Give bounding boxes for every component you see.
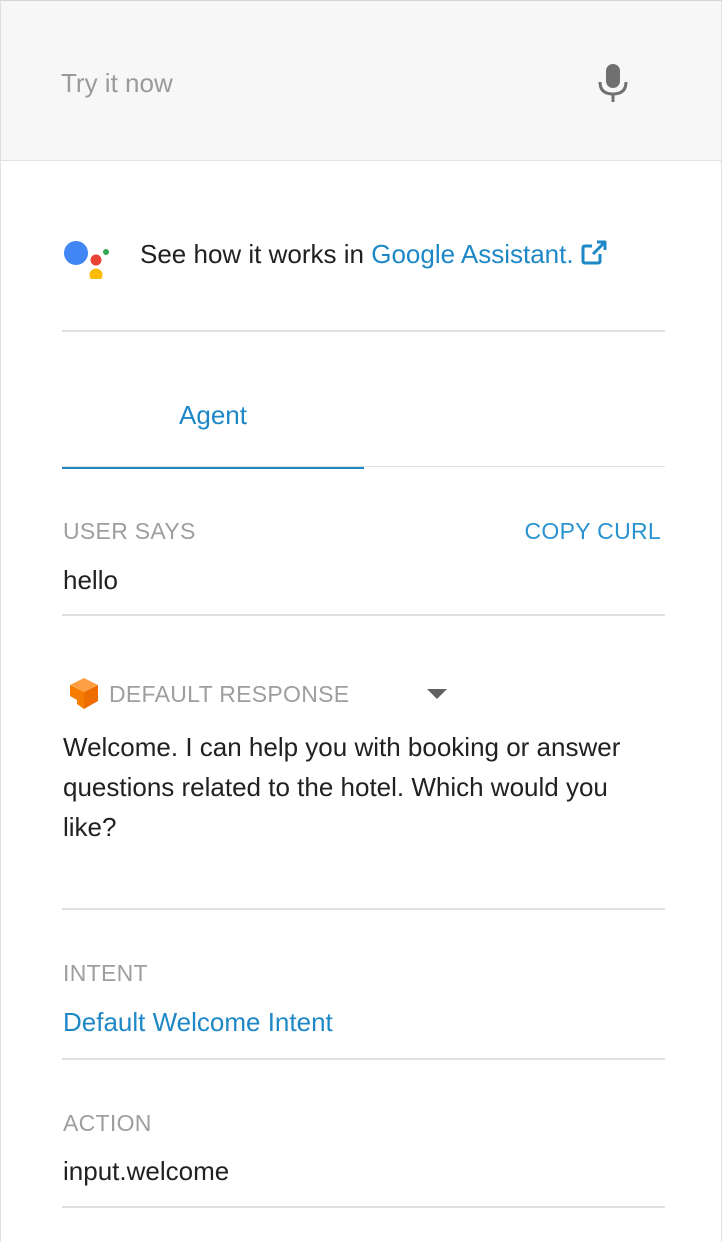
try-it-now-panel: See how it works in Google Assistant. Ag… bbox=[0, 0, 722, 1242]
user-says-value: hello bbox=[63, 565, 118, 595]
dialogflow-cube-icon bbox=[70, 678, 98, 709]
divider bbox=[62, 1058, 665, 1060]
user-says-label: USER SAYS bbox=[63, 518, 196, 544]
google-assistant-row: See how it works in Google Assistant. bbox=[61, 229, 665, 279]
microphone-icon[interactable] bbox=[593, 61, 633, 105]
intent-link[interactable]: Default Welcome Intent bbox=[63, 1007, 333, 1038]
divider bbox=[62, 1206, 665, 1208]
google-assistant-text: See how it works in Google Assistant. bbox=[140, 239, 608, 270]
divider bbox=[62, 330, 665, 332]
try-it-input[interactable] bbox=[61, 56, 561, 110]
tab-agent[interactable]: Agent bbox=[62, 381, 364, 467]
action-label: ACTION bbox=[63, 1110, 152, 1136]
response-header: DEFAULT RESPONSE bbox=[63, 673, 463, 717]
divider bbox=[62, 614, 665, 616]
ga-suffix: . bbox=[566, 239, 574, 269]
external-link-icon[interactable] bbox=[580, 239, 608, 265]
intent-label: INTENT bbox=[63, 960, 148, 986]
tab-bar: Agent bbox=[62, 381, 665, 469]
action-value: input.welcome bbox=[63, 1156, 230, 1186]
divider bbox=[62, 908, 665, 910]
try-it-bar bbox=[1, 1, 721, 161]
copy-curl-link[interactable]: COPY CURL bbox=[525, 518, 661, 545]
ga-prefix: See how it works in bbox=[140, 239, 372, 269]
tab-divider bbox=[62, 466, 665, 467]
chevron-down-icon[interactable] bbox=[423, 683, 451, 705]
default-response-label: DEFAULT RESPONSE bbox=[109, 681, 350, 707]
google-assistant-link[interactable]: Google Assistant bbox=[371, 239, 566, 269]
google-assistant-logo-icon bbox=[64, 241, 109, 279]
default-response-text: Welcome. I can help you with booking or … bbox=[63, 732, 621, 842]
